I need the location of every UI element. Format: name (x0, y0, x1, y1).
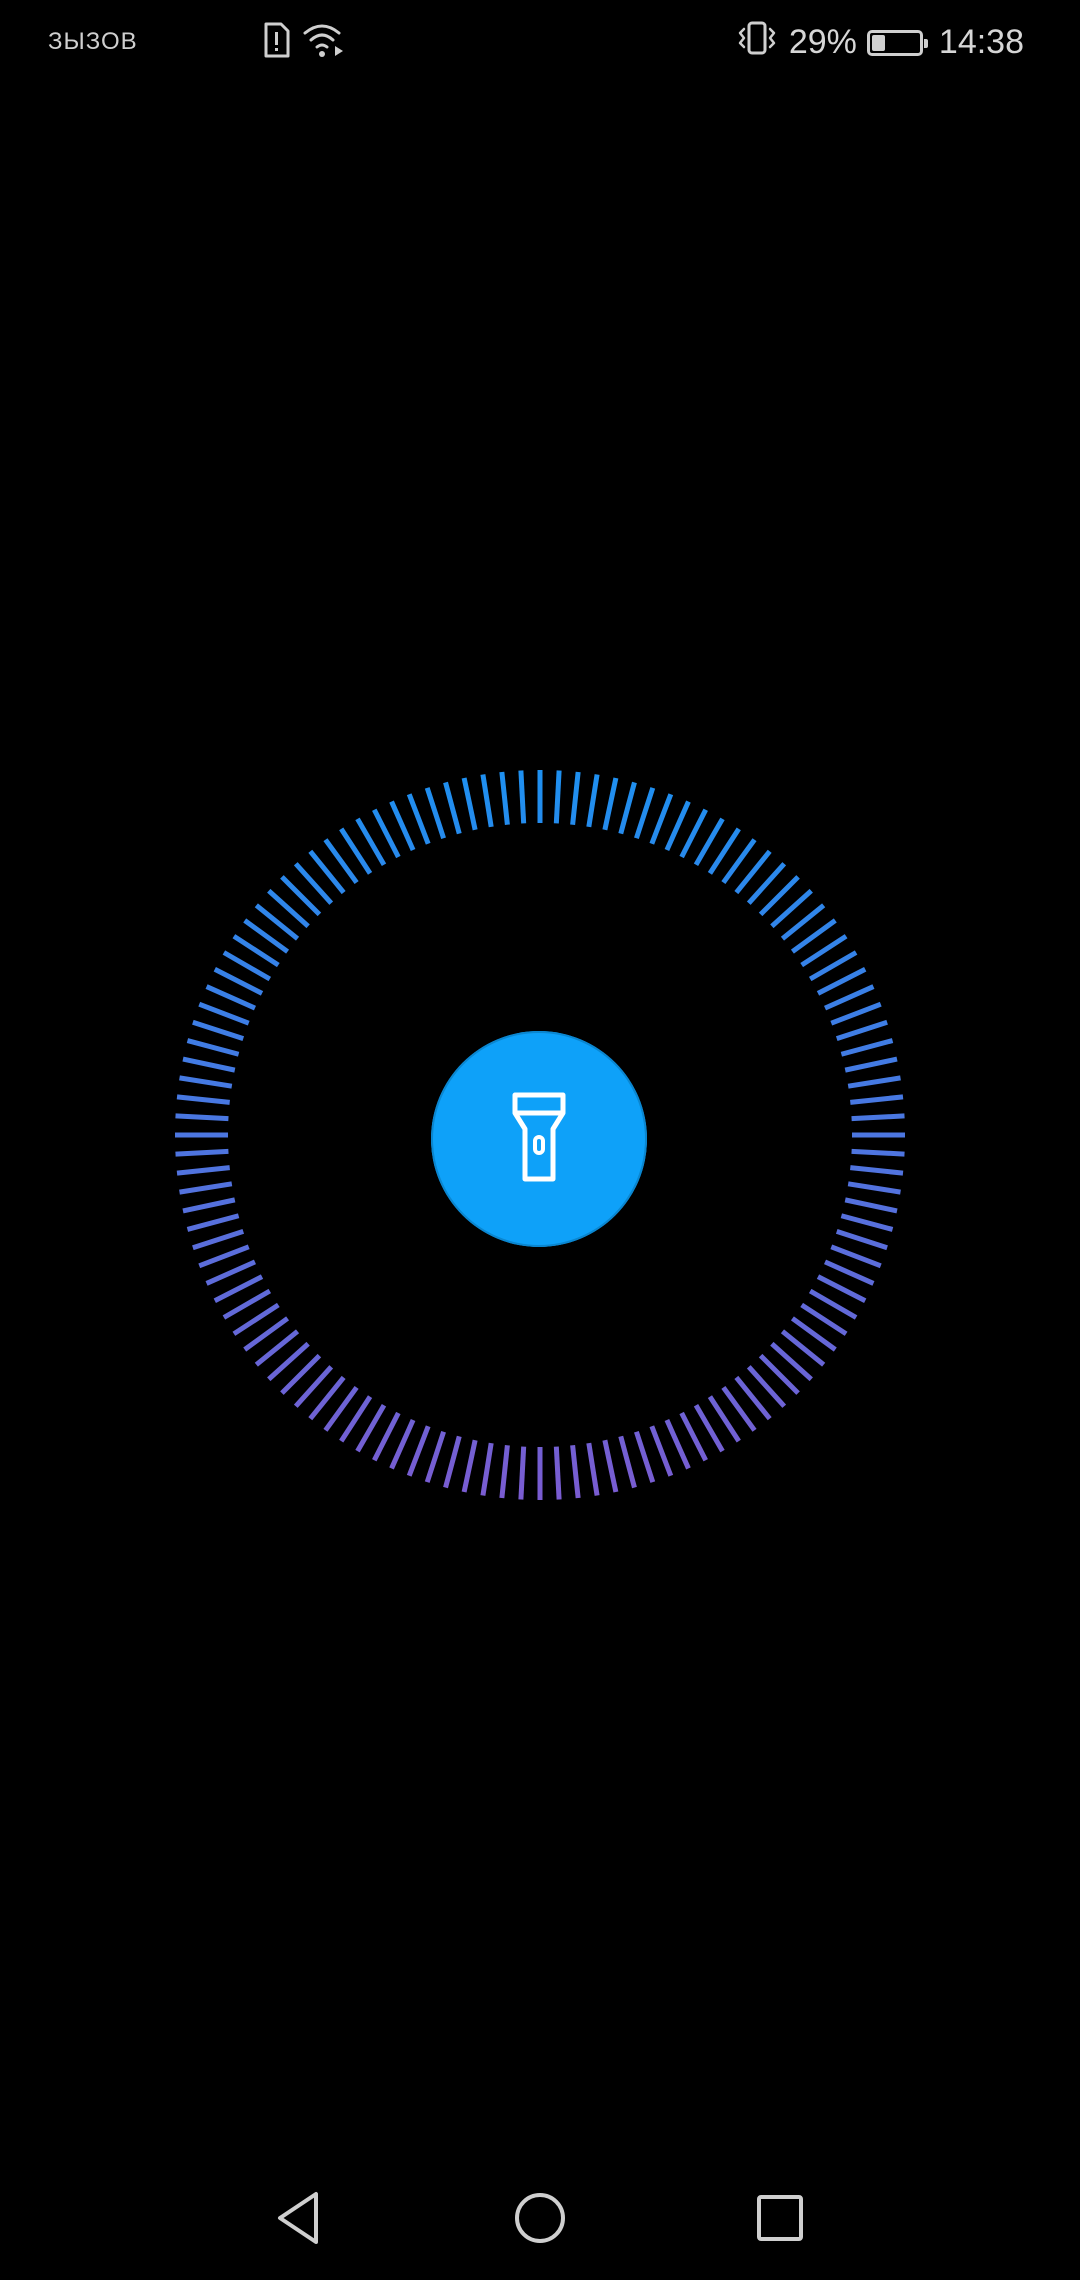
ring-tick (176, 1165, 230, 1176)
ring-tick (518, 1446, 527, 1500)
ring-tick (406, 1425, 431, 1477)
ring-tick (186, 1213, 240, 1232)
ring-tick (198, 1244, 250, 1269)
ring-tick (664, 1419, 691, 1470)
ring-tick (840, 1038, 894, 1057)
ring-tick (205, 984, 256, 1011)
ring-tick (186, 1038, 240, 1057)
ring-tick (389, 1419, 416, 1470)
vibrate-icon (735, 20, 779, 65)
ring-tick (182, 1056, 236, 1073)
home-button[interactable] (504, 2184, 576, 2256)
wifi-icon (302, 22, 346, 63)
ring-tick (499, 1445, 510, 1499)
ring-tick (840, 1213, 894, 1232)
ring-tick (461, 1439, 478, 1493)
ring-tick (553, 1446, 562, 1500)
ring-tick (518, 770, 527, 824)
battery-level-fill (871, 34, 885, 51)
recents-button[interactable] (744, 2184, 816, 2256)
ring-tick (182, 1197, 236, 1214)
ring-tick (192, 1229, 245, 1251)
ring-tick (176, 1094, 230, 1105)
ring-tick (461, 777, 478, 831)
battery-icon (866, 29, 928, 56)
status-bar: ЗЫЗОВ 29% 14:38 (0, 0, 1080, 92)
ring-tick (664, 800, 691, 851)
sim-alert-icon (262, 22, 290, 63)
ring-tick (844, 1056, 898, 1073)
recents-icon (754, 2192, 806, 2249)
ring-tick (830, 1001, 882, 1026)
ring-tick (443, 1435, 462, 1489)
status-right: 29% 14:38 (735, 20, 1024, 65)
ring-tick (480, 774, 494, 828)
ring-tick (618, 781, 637, 835)
ring-tick (175, 1148, 229, 1157)
ring-tick (851, 1148, 905, 1157)
back-icon (272, 2188, 328, 2253)
ring-tick (824, 1259, 875, 1286)
ring-tick (835, 1019, 888, 1041)
ring-tick (480, 1442, 494, 1496)
ring-tick (618, 1435, 637, 1489)
ring-tick (850, 1165, 904, 1176)
ring-tick (586, 774, 600, 828)
ring-tick (499, 771, 510, 825)
ring-tick (634, 1430, 656, 1483)
ring-tick (406, 793, 431, 845)
ring-tick (649, 793, 674, 845)
ring-tick (824, 984, 875, 1011)
ring-tick (570, 1445, 581, 1499)
ring-tick (553, 770, 562, 824)
ring-tick (175, 1113, 229, 1122)
ring-tick (851, 1113, 905, 1122)
ring-tick (424, 787, 446, 840)
back-button[interactable] (264, 2184, 336, 2256)
ring-tick (602, 777, 619, 831)
clock: 14:38 (938, 23, 1024, 61)
ring-tick (850, 1094, 904, 1105)
flashlight-toggle-button[interactable] (431, 1031, 647, 1247)
ring-tick (205, 1259, 256, 1286)
ring-tick (443, 781, 462, 835)
ring-tick (179, 1181, 233, 1195)
navigation-bar (0, 2160, 1080, 2280)
carrier-text: ЗЫЗОВ (48, 28, 138, 55)
ring-tick (570, 771, 581, 825)
ring-tick (424, 1430, 446, 1483)
ring-tick (389, 800, 416, 851)
home-icon (512, 2190, 568, 2251)
battery-percent: 29% (788, 23, 857, 61)
ring-tick (192, 1019, 245, 1041)
flashlight-icon (509, 1089, 569, 1190)
ring-tick (634, 787, 656, 840)
ring-tick (198, 1001, 250, 1026)
ring-tick (179, 1075, 233, 1089)
ring-tick (847, 1181, 901, 1195)
status-icons-left (262, 22, 346, 63)
ring-tick (649, 1425, 674, 1477)
ring-tick (602, 1439, 619, 1493)
ring-tick (847, 1075, 901, 1089)
ring-tick (586, 1442, 600, 1496)
ring-tick (844, 1197, 898, 1214)
ring-tick (835, 1229, 888, 1251)
ring-tick (830, 1244, 882, 1269)
